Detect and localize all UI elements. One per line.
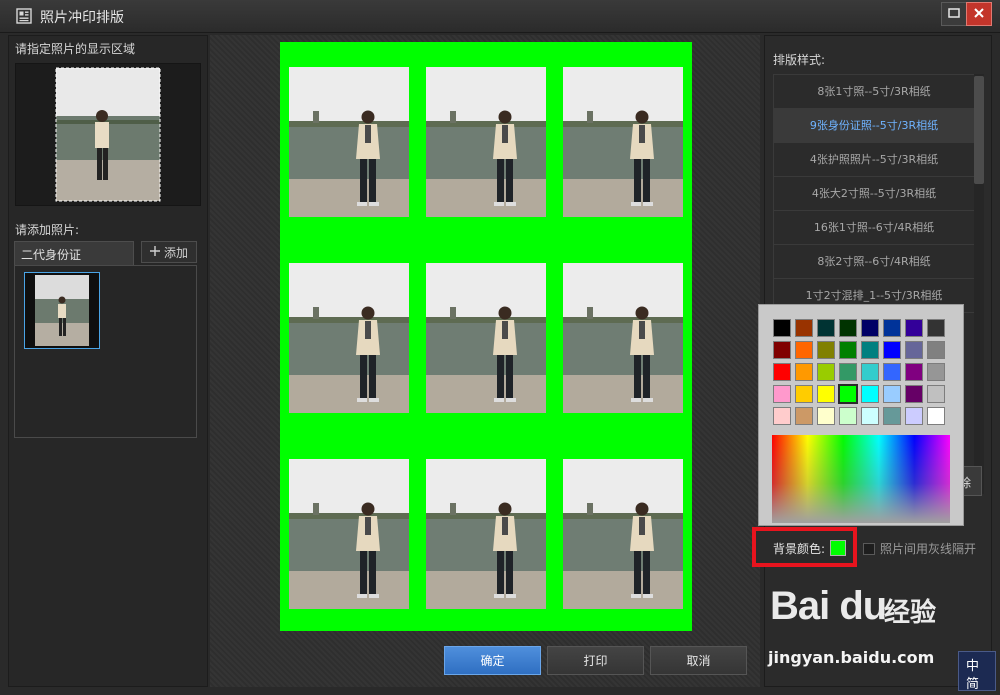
ime-script-text: 简	[966, 677, 980, 692]
color-swatch[interactable]	[927, 407, 945, 425]
color-swatch[interactable]	[839, 341, 857, 359]
color-swatch[interactable]	[839, 319, 857, 337]
color-swatch[interactable]	[883, 341, 901, 359]
color-swatch[interactable]	[883, 363, 901, 381]
title-bar: 照片冲印排版	[0, 0, 1000, 33]
color-swatch[interactable]	[838, 384, 858, 404]
color-swatch[interactable]	[861, 341, 879, 359]
layout-item[interactable]: 9张身份证照--5寸/3R相纸	[774, 109, 974, 143]
color-swatch[interactable]	[795, 407, 813, 425]
id-photo-copy	[289, 263, 409, 413]
add-photo-label: 请添加照片:	[15, 223, 80, 237]
color-swatch[interactable]	[839, 363, 857, 381]
color-swatch[interactable]	[817, 363, 835, 381]
color-swatch[interactable]	[817, 341, 835, 359]
maximize-button[interactable]	[941, 2, 967, 26]
color-swatch[interactable]	[905, 385, 923, 403]
gray-line-option[interactable]: 照片间用灰线隔开	[863, 540, 976, 557]
color-swatch[interactable]	[927, 341, 945, 359]
watermark-logo: Bai du	[770, 584, 887, 628]
left-panel: 请指定照片的显示区域 请添加照片: 二代身份证 添加	[8, 35, 208, 687]
color-swatch[interactable]	[883, 319, 901, 337]
color-swatch[interactable]	[861, 363, 879, 381]
display-area-photo	[55, 67, 161, 202]
color-swatch[interactable]	[861, 385, 879, 403]
gray-line-checkbox[interactable]	[863, 542, 875, 555]
id-photo-copy	[426, 459, 546, 609]
color-swatch[interactable]	[817, 319, 835, 337]
color-swatch[interactable]	[773, 385, 791, 403]
cancel-button[interactable]: 取消	[650, 646, 747, 675]
layout-item[interactable]: 4张护照照片--5寸/3R相纸	[774, 143, 974, 177]
color-swatch[interactable]	[839, 407, 857, 425]
id-photo-copy	[563, 459, 683, 609]
color-swatch[interactable]	[927, 319, 945, 337]
color-swatch[interactable]	[905, 407, 923, 425]
display-area-preview[interactable]	[15, 63, 201, 206]
layout-item[interactable]: 16张1寸照--6寸/4R相纸	[774, 211, 974, 245]
color-swatch[interactable]	[795, 385, 813, 403]
photo-layout-icon	[16, 8, 32, 24]
id-photo-copy	[426, 67, 546, 217]
color-swatch[interactable]	[773, 319, 791, 337]
print-button[interactable]: 打印	[547, 646, 644, 675]
ime-mode-text: 中	[966, 659, 980, 674]
display-area-label: 请指定照片的显示区域	[15, 42, 136, 56]
color-swatch-grid	[773, 319, 953, 425]
background-color-swatch[interactable]	[830, 540, 846, 556]
id-photo-copy	[563, 263, 683, 413]
plus-icon	[149, 245, 160, 259]
color-swatch[interactable]	[905, 363, 923, 381]
add-photo-button[interactable]: 添加	[141, 241, 197, 263]
background-color-label: 背景颜色:	[773, 542, 826, 556]
scrollbar-thumb[interactable]	[974, 76, 984, 184]
id-photo-copy	[289, 459, 409, 609]
color-swatch[interactable]	[773, 407, 791, 425]
photo-list	[14, 265, 197, 438]
layout-item[interactable]: 8张2寸照--6寸/4R相纸	[774, 245, 974, 279]
watermark-cn-text: 经验	[884, 598, 937, 628]
add-button-label: 添加	[163, 245, 188, 260]
color-swatch[interactable]	[817, 407, 835, 425]
window-title: 照片冲印排版	[40, 10, 124, 26]
background-color-control: 背景颜色:	[752, 527, 857, 567]
baidu-jingyan-watermark: Bai du 经验 jingyan.baidu.com	[762, 578, 962, 678]
color-swatch[interactable]	[773, 341, 791, 359]
color-swatch[interactable]	[861, 319, 879, 337]
color-swatch[interactable]	[927, 385, 945, 403]
layout-item[interactable]: 8张1寸照--5寸/3R相纸	[774, 75, 974, 109]
layout-list-scrollbar[interactable]	[974, 74, 984, 494]
color-swatch[interactable]	[883, 385, 901, 403]
color-picker-popup	[758, 304, 964, 526]
gray-line-checkbox-label: 照片间用灰线隔开	[880, 542, 977, 556]
color-swatch[interactable]	[927, 363, 945, 381]
layout-item[interactable]: 4张大2寸照--5寸/3R相纸	[774, 177, 974, 211]
color-swatch[interactable]	[861, 407, 879, 425]
close-icon	[973, 7, 985, 22]
color-swatch[interactable]	[795, 341, 813, 359]
color-swatch[interactable]	[905, 319, 923, 337]
photo-thumbnail[interactable]	[24, 272, 100, 349]
maximize-icon	[948, 7, 960, 21]
close-button[interactable]	[966, 2, 992, 26]
id-photo-copy	[563, 67, 683, 217]
watermark-url: jingyan.baidu.com	[768, 648, 935, 667]
confirm-button[interactable]: 确定	[444, 646, 541, 675]
color-swatch[interactable]	[795, 363, 813, 381]
color-swatch[interactable]	[817, 385, 835, 403]
color-spectrum[interactable]	[772, 435, 950, 523]
print-sheet-preview	[280, 42, 692, 631]
color-swatch[interactable]	[795, 319, 813, 337]
layout-style-label: 排版样式:	[773, 53, 826, 67]
ime-indicator[interactable]: 中 简	[958, 651, 996, 692]
id-photo-copy	[426, 263, 546, 413]
tab-id-card[interactable]: 二代身份证	[14, 241, 134, 265]
color-swatch[interactable]	[905, 341, 923, 359]
color-swatch[interactable]	[883, 407, 901, 425]
color-swatch[interactable]	[773, 363, 791, 381]
id-photo-copy	[289, 67, 409, 217]
thumbnail-photo	[35, 275, 89, 346]
